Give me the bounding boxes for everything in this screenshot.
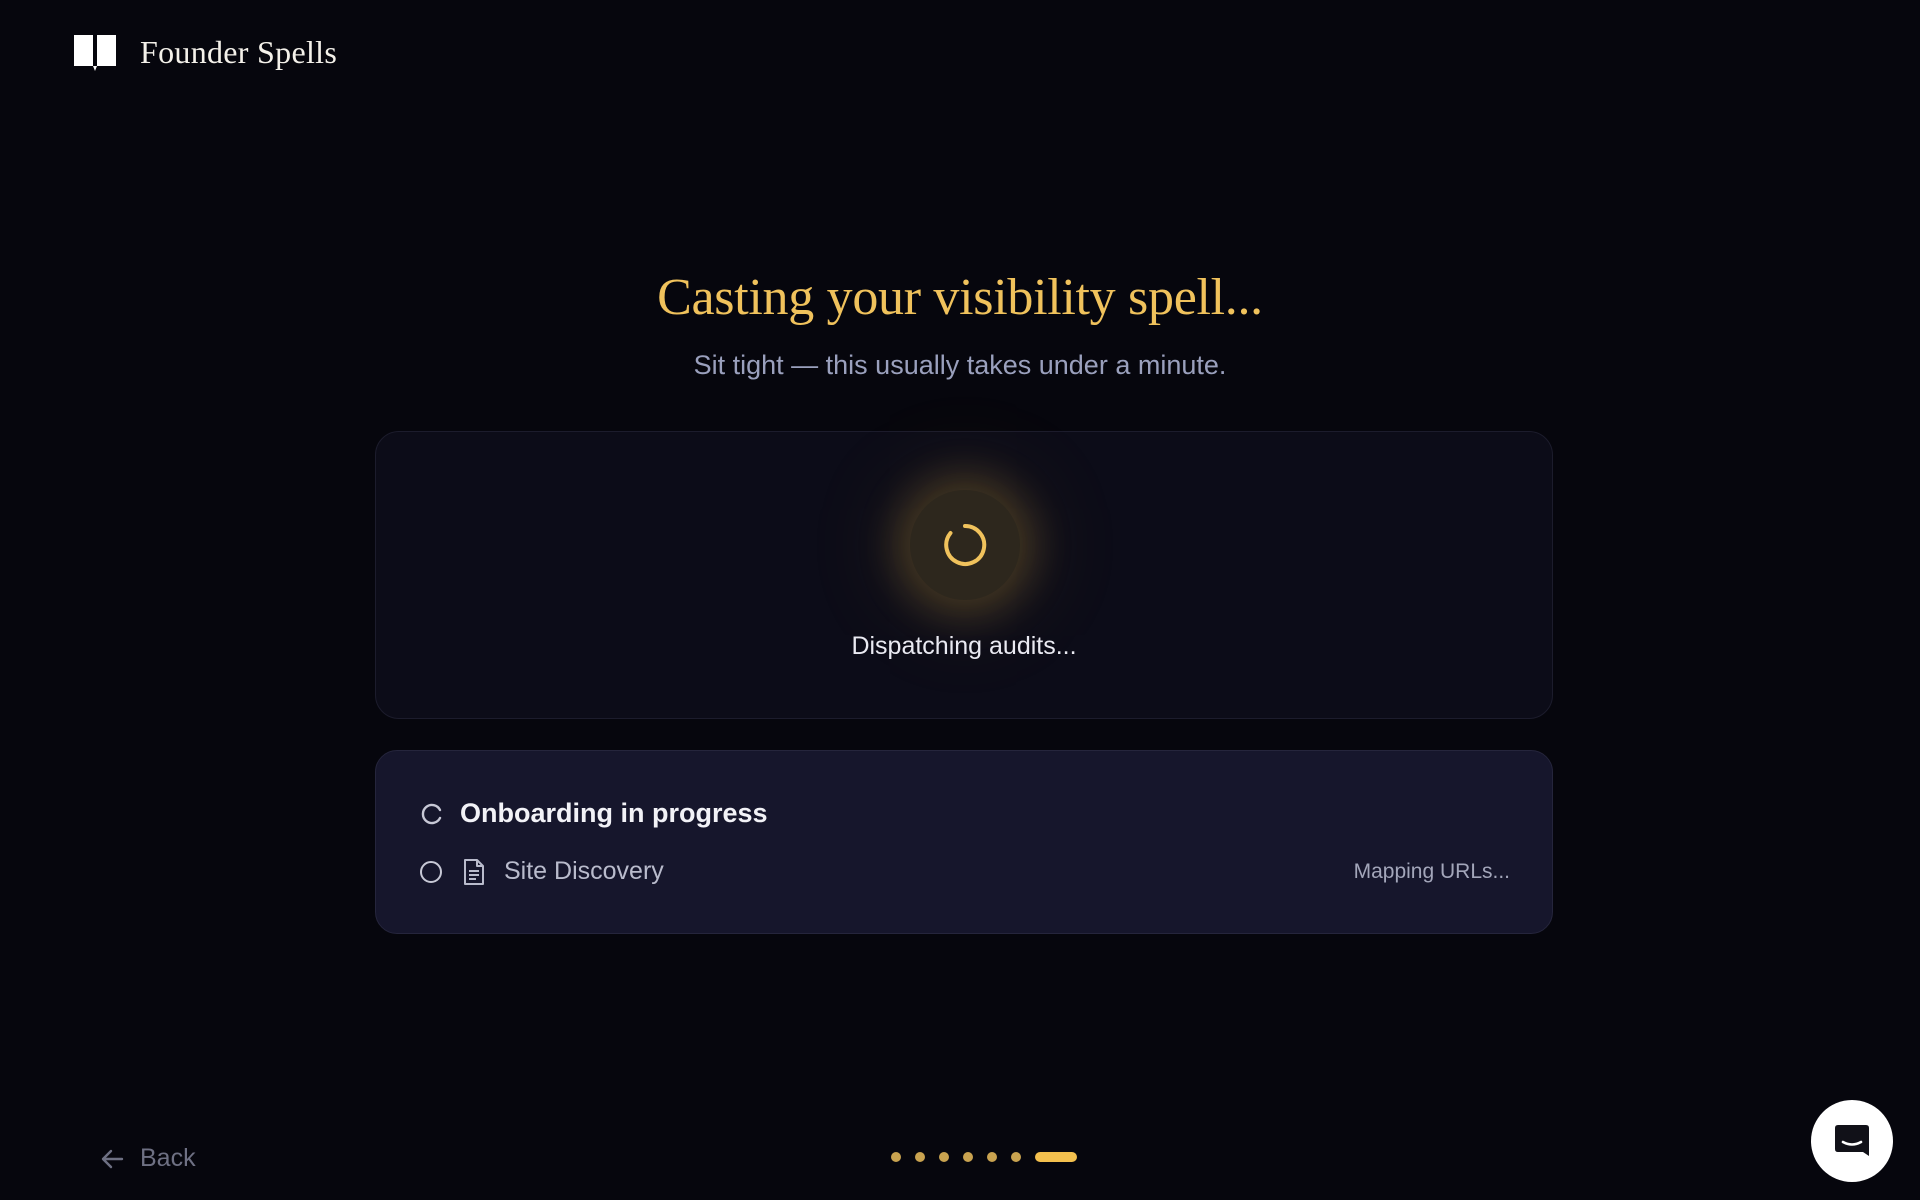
pager-dot <box>939 1152 949 1162</box>
spinner-badge <box>910 490 1020 600</box>
back-button[interactable]: Back <box>100 1144 196 1173</box>
document-icon <box>464 858 484 885</box>
page-title: Casting your visibility spell... <box>657 269 1263 326</box>
arrow-left-icon <box>101 1149 124 1168</box>
pager-dot <box>891 1152 901 1162</box>
brand-logo[interactable]: Founder Spells <box>72 32 337 72</box>
progress-card: Onboarding in progress Site Discovery Ma… <box>375 750 1553 934</box>
onboarding-page: Founder Spells Casting your visibility s… <box>0 0 1920 1200</box>
loading-spinner-icon <box>944 523 987 566</box>
pager-dot <box>915 1152 925 1162</box>
pager-dot-active <box>1035 1152 1077 1162</box>
step-row: Site Discovery Mapping URLs... <box>420 857 1510 886</box>
progress-heading: Onboarding in progress <box>420 798 768 829</box>
step-status: Mapping URLs... <box>1353 859 1510 883</box>
pager-dot <box>1011 1152 1021 1162</box>
step-pending-indicator <box>420 860 442 883</box>
back-label: Back <box>140 1144 196 1172</box>
page-subtitle: Sit tight — this usually takes under a m… <box>693 350 1227 380</box>
status-card: Dispatching audits... <box>375 431 1553 719</box>
pager-dot <box>963 1152 973 1162</box>
open-book-icon <box>74 35 116 71</box>
chat-icon <box>1835 1125 1869 1156</box>
pager-dot <box>987 1152 997 1162</box>
loading-arc-icon <box>421 803 442 824</box>
chat-launcher-button[interactable] <box>1811 1100 1893 1182</box>
step-label: Site Discovery <box>504 857 664 885</box>
progress-heading-label: Onboarding in progress <box>460 798 768 828</box>
brand-name: Founder Spells <box>140 33 338 70</box>
step-pager <box>891 1152 1077 1162</box>
status-text: Dispatching audits... <box>851 632 1077 660</box>
